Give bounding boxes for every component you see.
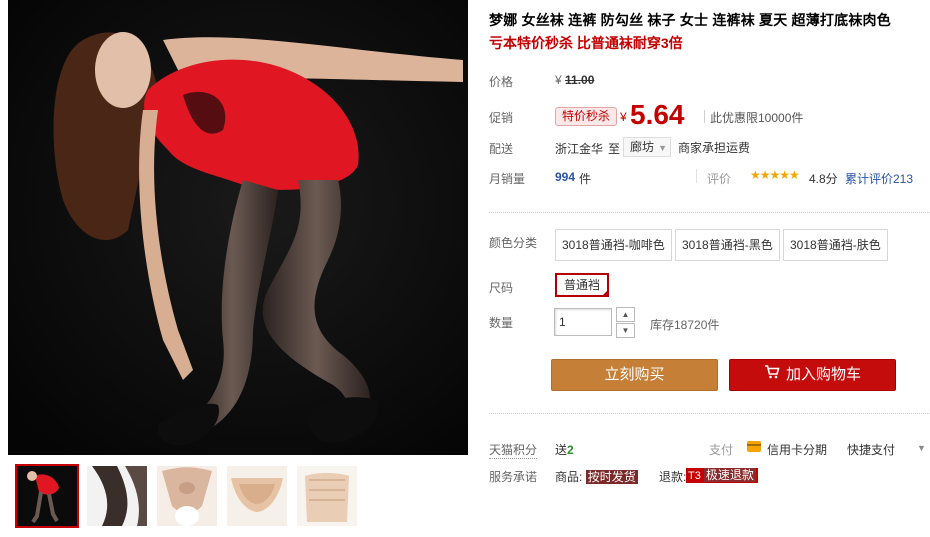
size-option-selected[interactable]: 普通裆 — [555, 273, 610, 297]
quantity-decrease-button[interactable]: ▼ — [616, 323, 635, 338]
size-option-label: 普通裆 — [564, 278, 601, 292]
star-rating-icon: ★★★★★ — [750, 168, 800, 182]
thumbnail-2[interactable] — [87, 466, 147, 526]
shopping-cart-icon — [764, 360, 780, 390]
divider — [489, 413, 930, 414]
thumbnail-5[interactable] — [297, 466, 357, 526]
product-title: 梦娜 女丝袜 连裤 防勾丝 袜子 女士 连裤袜 夏天 超薄打底袜肉色 — [489, 12, 891, 28]
points-value: 送2 — [555, 441, 574, 458]
sales-unit: 件 — [579, 172, 592, 186]
quantity-input[interactable] — [554, 308, 612, 336]
credit-installment[interactable]: 信用卡分期 — [767, 441, 827, 458]
ship-from: 浙江金华 — [555, 142, 604, 156]
region-select[interactable]: 廊坊 ▼ — [623, 137, 672, 157]
points-number: 2 — [567, 443, 574, 457]
refund-label: 退款: — [659, 470, 687, 484]
quantity-increase-button[interactable]: ▲ — [616, 307, 635, 322]
divider — [489, 212, 930, 213]
selected-check-icon — [601, 289, 610, 297]
points-prefix: 送 — [555, 443, 568, 457]
promo-limit-text: 此优惠限10000件 — [710, 111, 804, 125]
price-label: 价格 — [489, 75, 514, 89]
promo-currency: ¥ — [620, 110, 627, 124]
color-option-black[interactable]: 3018普通裆-黑色 — [675, 229, 780, 261]
sales-label: 月销量 — [489, 172, 526, 186]
quantity-label: 数量 — [489, 316, 514, 330]
buy-now-label: 立刻购买 — [604, 366, 665, 383]
ship-to-word: 至 — [608, 142, 621, 156]
main-product-image — [8, 0, 468, 455]
thumbnail-4[interactable] — [227, 466, 287, 526]
credit-card-icon — [747, 441, 761, 452]
goods-service: 商品: 按时发货 — [555, 468, 638, 485]
promo-label: 促销 — [489, 111, 514, 125]
chevron-down-icon[interactable]: ▼ — [917, 443, 926, 453]
promo-badge: 特价秒杀 — [555, 107, 618, 126]
quick-pay[interactable]: 快捷支付 — [847, 441, 895, 458]
shipping-fee: 商家承担运费 — [678, 141, 751, 155]
goods-label: 商品: — [555, 470, 583, 484]
product-subtitle: 亏本特价秒杀 比普通袜耐穿3倍 — [489, 35, 683, 51]
thumbnail-3[interactable] — [157, 466, 217, 526]
refund-service[interactable]: T3 极速退款 — [686, 468, 758, 483]
original-price: ¥ 11.00 — [555, 73, 594, 87]
fast-refund-tag: 极速退款 — [703, 468, 756, 482]
review-count-link[interactable]: 累计评价213 — [845, 170, 913, 187]
color-option-coffee[interactable]: 3018普通裆-咖啡色 — [555, 229, 672, 261]
size-label: 尺码 — [489, 281, 514, 295]
payment-label: 支付 — [709, 443, 734, 457]
points-label[interactable]: 天猫积分 — [489, 441, 538, 459]
thumbnail-1[interactable] — [15, 464, 79, 528]
add-to-cart-button[interactable]: 加入购物车 — [729, 359, 896, 391]
add-to-cart-label: 加入购物车 — [785, 366, 861, 383]
color-label: 颜色分类 — [489, 236, 538, 250]
promo-price: 5.64 — [630, 99, 685, 130]
on-time-shipping-tag[interactable]: 按时发货 — [585, 470, 638, 484]
stock-count: 库存18720件 — [650, 318, 720, 332]
refund-badge: T3 — [688, 470, 701, 482]
rating-score: 4.8分 — [809, 172, 838, 186]
original-price-currency: ¥ — [555, 73, 562, 87]
shipping-label: 配送 — [489, 142, 514, 156]
rating-label: 评价 — [707, 172, 732, 186]
buy-now-button[interactable]: 立刻购买 — [551, 359, 718, 391]
promo-limit: 此优惠限10000件 — [704, 109, 803, 126]
service-label: 服务承诺 — [489, 470, 538, 484]
sales-count: 994 — [555, 170, 576, 184]
region-value: 廊坊 — [630, 140, 655, 154]
original-price-value: 11.00 — [565, 73, 595, 87]
divider — [696, 169, 697, 183]
chevron-down-icon: ▼ — [658, 143, 668, 153]
color-option-skin[interactable]: 3018普通裆-肤色 — [783, 229, 888, 261]
